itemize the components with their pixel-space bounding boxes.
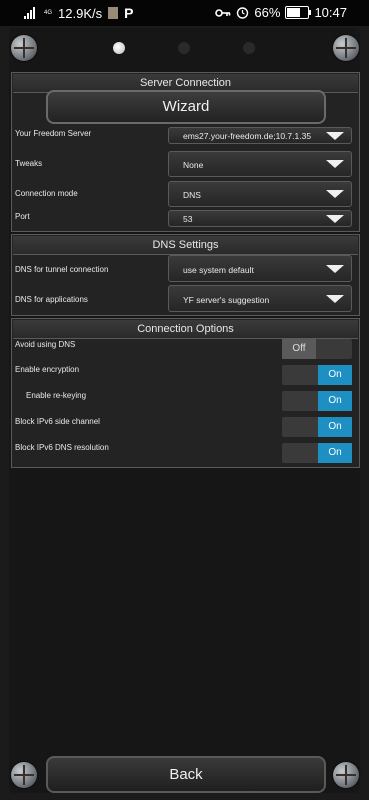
port-select[interactable]: 53 bbox=[168, 210, 352, 227]
status-bar: 4G 12.9K/s P 66% 10:47 bbox=[0, 0, 369, 26]
clock: 10:47 bbox=[314, 5, 347, 20]
dns-apps-select[interactable]: YF server's suggestion bbox=[168, 285, 352, 312]
alarm-icon bbox=[237, 7, 249, 19]
chevron-down-icon bbox=[326, 190, 344, 198]
image-icon bbox=[108, 7, 119, 19]
connection-mode-select[interactable]: DNS bbox=[168, 181, 352, 207]
back-button[interactable]: Back bbox=[46, 756, 326, 793]
battery-percent: 66% bbox=[254, 5, 281, 20]
page-dot[interactable] bbox=[113, 42, 125, 54]
app-notification-icon: P bbox=[124, 5, 134, 21]
chevron-down-icon bbox=[326, 215, 344, 223]
section-title: Connection Options bbox=[13, 320, 358, 339]
rekeying-toggle[interactable]: On bbox=[282, 391, 352, 411]
server-connection-section: Server Connection Wizard Your Freedom Se… bbox=[11, 72, 360, 232]
connection-options-section: Connection Options Avoid using DNS Off E… bbox=[11, 318, 360, 468]
section-title: DNS Settings bbox=[13, 236, 358, 255]
encryption-toggle[interactable]: On bbox=[282, 365, 352, 385]
page-dot[interactable] bbox=[243, 42, 255, 54]
network-speed: 12.9K/s bbox=[58, 5, 103, 21]
server-label: Your Freedom Server bbox=[15, 129, 92, 138]
tweaks-select[interactable]: None bbox=[168, 151, 352, 177]
network-type-label: 4G bbox=[44, 10, 53, 16]
block-dns-resolution-toggle[interactable]: On bbox=[282, 443, 352, 463]
server-select[interactable]: ems27.your-freedom.de;10.7.1.35 bbox=[168, 127, 352, 144]
signal-icon bbox=[24, 7, 38, 19]
rekeying-label: Enable re-keying bbox=[26, 391, 87, 400]
chevron-down-icon bbox=[326, 160, 344, 168]
chevron-down-icon bbox=[326, 265, 344, 273]
wizard-button[interactable]: Wizard bbox=[46, 90, 326, 124]
page-dot[interactable] bbox=[178, 42, 190, 54]
connection-mode-label: Connection mode bbox=[15, 189, 78, 198]
block-dns-resolution-label: Block IPv6 DNS resolution bbox=[15, 443, 109, 452]
block-side-channel-label: Block IPv6 side channel bbox=[15, 417, 100, 426]
encryption-label: Enable encryption bbox=[15, 365, 80, 374]
dns-tunnel-label: DNS for tunnel connection bbox=[15, 265, 109, 274]
chevron-down-icon bbox=[326, 132, 344, 140]
tweaks-label: Tweaks bbox=[15, 159, 43, 168]
dns-settings-section: DNS Settings DNS for tunnel connection u… bbox=[11, 234, 360, 316]
battery-icon bbox=[285, 6, 312, 19]
avoid-dns-label: Avoid using DNS bbox=[15, 340, 76, 349]
dns-tunnel-select[interactable]: use system default bbox=[168, 255, 352, 282]
block-side-channel-toggle[interactable]: On bbox=[282, 417, 352, 437]
key-icon bbox=[215, 8, 231, 17]
chevron-down-icon bbox=[326, 295, 344, 303]
port-label: Port bbox=[15, 212, 30, 221]
page-indicator bbox=[0, 42, 369, 56]
screw-icon bbox=[11, 762, 37, 788]
dns-apps-label: DNS for applications bbox=[15, 295, 88, 304]
avoid-dns-toggle[interactable]: Off bbox=[282, 339, 352, 359]
screw-icon bbox=[333, 762, 359, 788]
